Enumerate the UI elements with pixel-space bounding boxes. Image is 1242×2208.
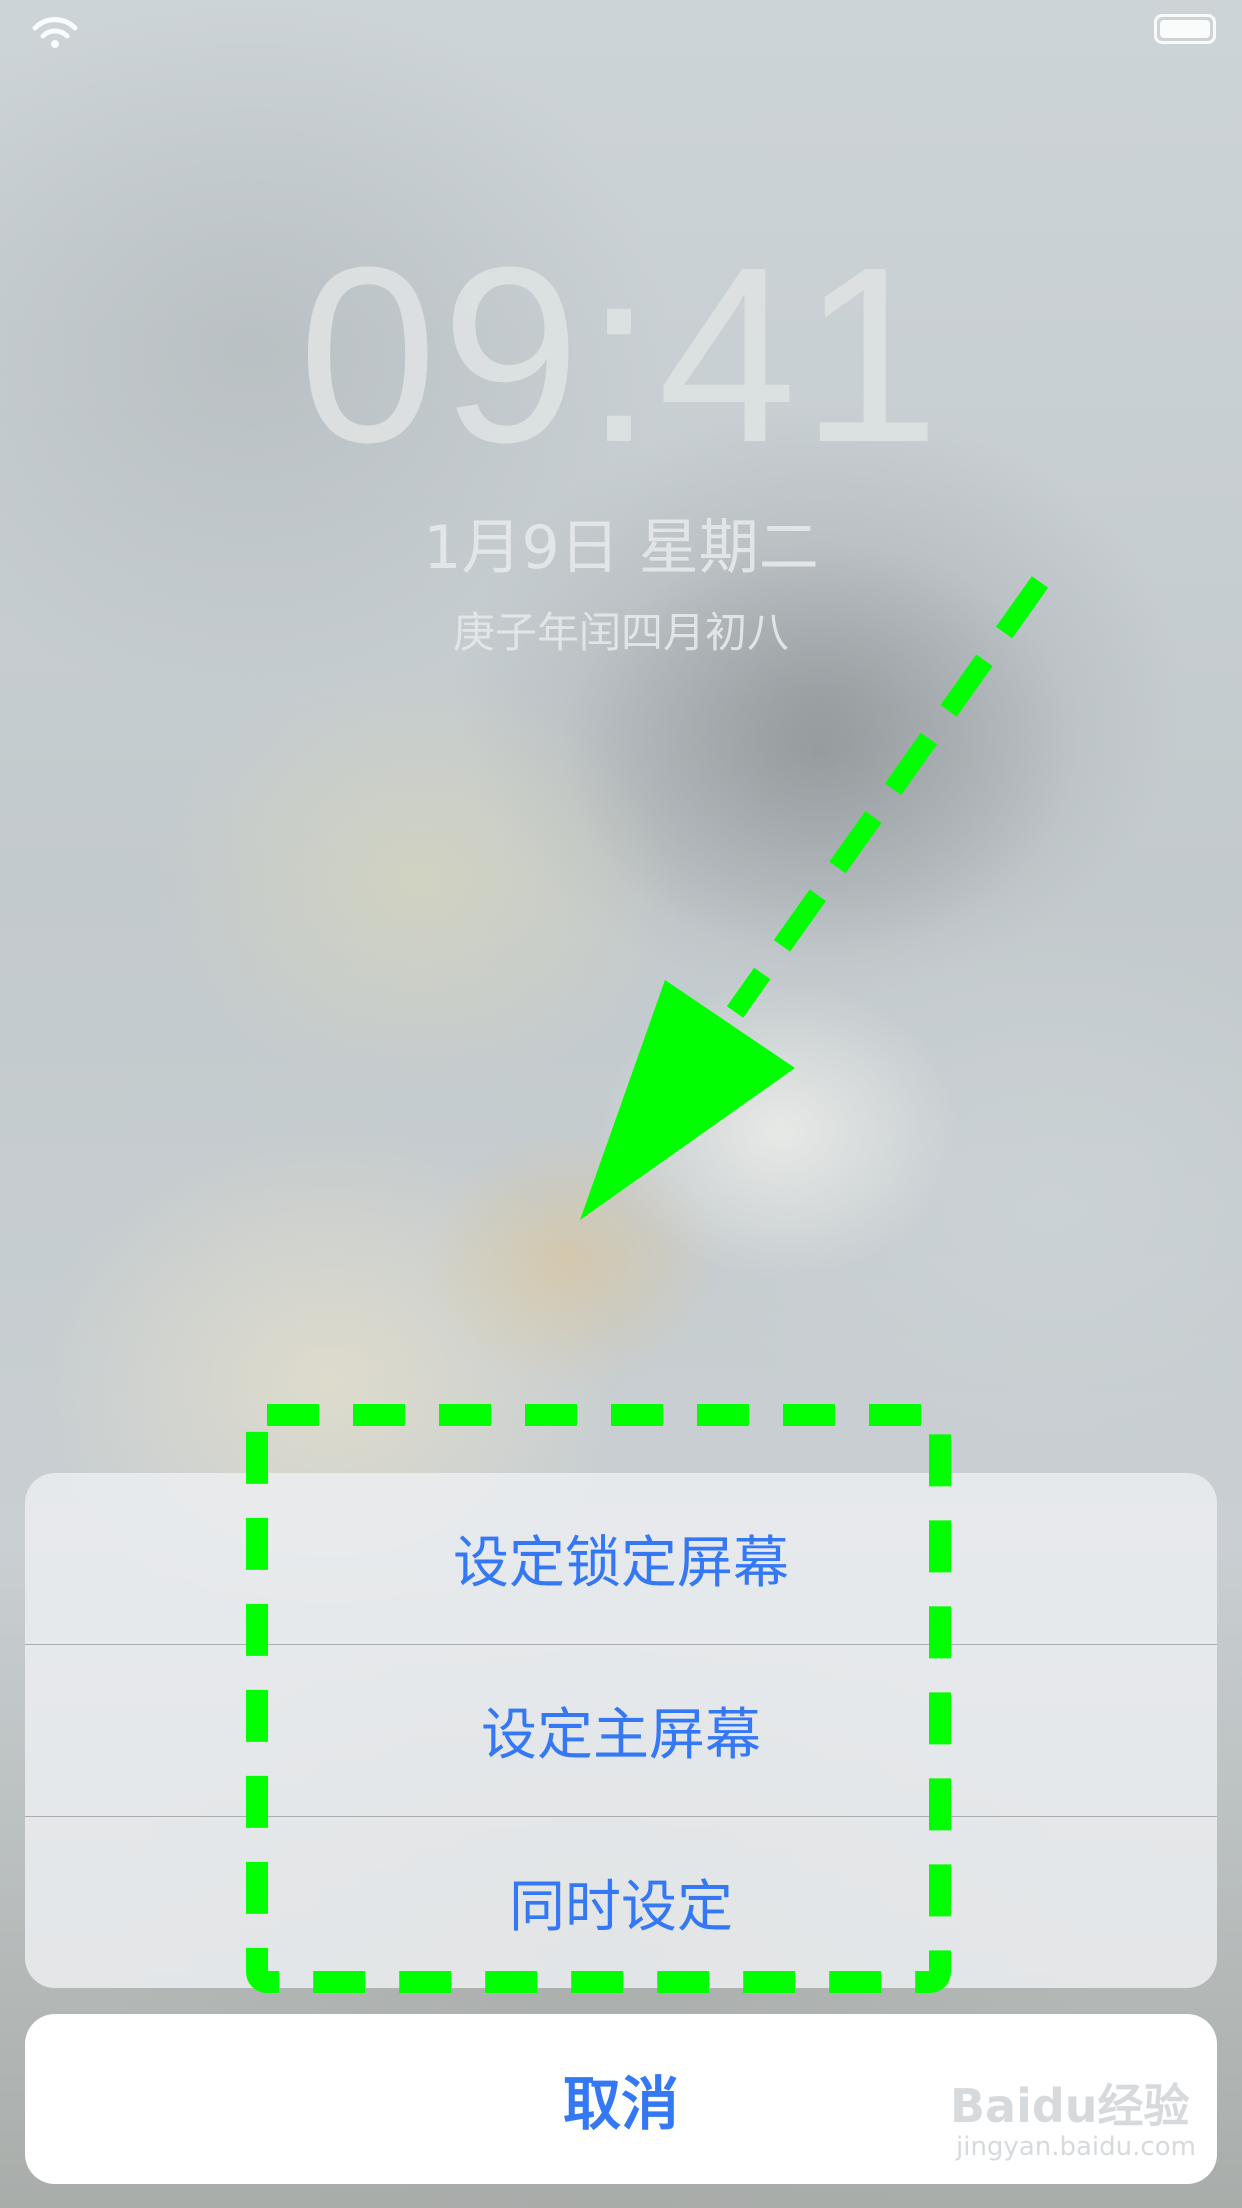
wallpaper-smoke-gold	[420, 1130, 720, 1390]
lock-screen-lunar-date: 庚子年闰四月初八	[452, 608, 789, 657]
watermark-url: jingyan.baidu.com	[956, 2132, 1196, 2162]
watermark-brand: Baidu经验	[950, 2079, 1190, 2133]
wifi-icon	[32, 17, 78, 48]
battery-level	[1160, 20, 1210, 38]
set-lock-screen-button[interactable]: 设定锁定屏幕	[25, 1473, 1217, 1644]
lock-screen-clock: 09:41	[298, 215, 944, 494]
wallpaper-action-sheet: 设定锁定屏幕 设定主屏幕 同时设定	[25, 1473, 1217, 1988]
baidu-watermark: Baidu经验 jingyan.baidu.com	[950, 2070, 1220, 2180]
set-both-button[interactable]: 同时设定	[25, 1817, 1217, 1988]
battery-icon	[1154, 14, 1216, 44]
lock-screen-date: 1月9日 星期二	[423, 513, 819, 583]
set-home-screen-button[interactable]: 设定主屏幕	[25, 1645, 1217, 1816]
